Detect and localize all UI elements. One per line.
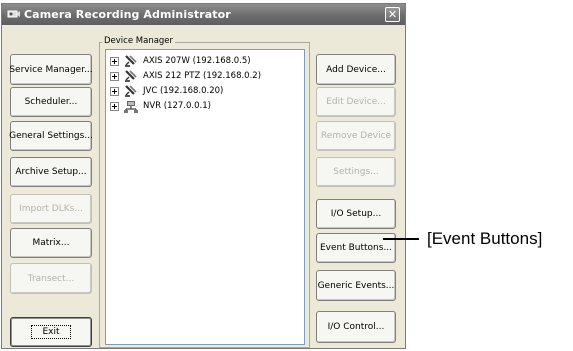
- matrix-button-label: Matrix...: [32, 238, 70, 248]
- scheduler-button-label: Scheduler...: [24, 97, 78, 107]
- camera-icon: [125, 84, 137, 97]
- service-manager-button-label: Service Manager...: [9, 64, 93, 75]
- device-tree[interactable]: AXIS 207W (192.168.0.5) AXIS 212 PTZ (19…: [105, 49, 305, 345]
- import-dlks-button[interactable]: Import DLKs...: [10, 194, 92, 224]
- expand-icon[interactable]: [110, 56, 119, 66]
- general-settings-button[interactable]: General Settings...: [9, 121, 93, 151]
- callout-label: [Event Buttons]: [427, 229, 543, 248]
- general-settings-button-label: General Settings...: [9, 131, 93, 141]
- title-bar[interactable]: Camera Recording Administrator ✕: [2, 4, 405, 25]
- archive-setup-button-label: Archive Setup...: [15, 167, 87, 177]
- archive-setup-button[interactable]: Archive Setup...: [10, 157, 92, 187]
- expand-icon[interactable]: [110, 86, 119, 96]
- add-device-button[interactable]: Add Device...: [316, 54, 396, 85]
- device-tree-item[interactable]: JVC (192.168.0.20): [110, 84, 223, 98]
- add-device-button-label: Add Device...: [326, 64, 386, 75]
- camera-app-icon: [7, 10, 20, 18]
- event-buttons-button-label: Event Buttons...: [319, 243, 393, 253]
- generic-events-button[interactable]: Generic Events...: [316, 270, 396, 301]
- io-setup-button[interactable]: I/O Setup...: [316, 199, 396, 229]
- transect-button-label: Transect...: [27, 273, 75, 284]
- device-manager-label: Device Manager: [102, 36, 176, 46]
- remove-device-button[interactable]: Remove Device: [316, 121, 396, 151]
- generic-events-button-label: Generic Events...: [317, 280, 395, 291]
- exit-button-label: Exit: [31, 325, 71, 339]
- edit-device-button[interactable]: Edit Device...: [316, 87, 396, 117]
- callout-line: [383, 238, 419, 240]
- device-tree-item[interactable]: AXIS 207W (192.168.0.5): [110, 54, 251, 68]
- device-label: NVR (127.0.0.1): [143, 101, 211, 111]
- exit-button[interactable]: Exit: [10, 317, 92, 347]
- device-label: AXIS 207W (192.168.0.5): [143, 56, 251, 66]
- scheduler-button[interactable]: Scheduler...: [10, 87, 92, 117]
- remove-device-button-label: Remove Device: [320, 131, 392, 141]
- service-manager-button[interactable]: Service Manager...: [9, 54, 93, 85]
- expand-icon[interactable]: [110, 71, 119, 81]
- settings-button-label: Settings...: [333, 167, 379, 177]
- expand-icon[interactable]: [110, 101, 119, 111]
- transect-button[interactable]: Transect...: [10, 263, 92, 294]
- camera-icon: [125, 69, 137, 82]
- io-control-button[interactable]: I/O Control...: [316, 311, 396, 343]
- edit-device-button-label: Edit Device...: [326, 97, 386, 107]
- matrix-button[interactable]: Matrix...: [10, 228, 92, 258]
- device-label: AXIS 212 PTZ (192.168.0.2): [143, 71, 262, 81]
- camera-icon: [125, 54, 137, 67]
- camera-recording-administrator-window: Camera Recording Administrator ✕ Service…: [1, 3, 406, 349]
- window-title: Camera Recording Administrator: [24, 8, 231, 21]
- network-icon: [124, 100, 138, 113]
- io-setup-button-label: I/O Setup...: [330, 209, 382, 219]
- device-tree-item[interactable]: NVR (127.0.0.1): [110, 99, 211, 113]
- close-button[interactable]: ✕: [385, 7, 400, 22]
- settings-button[interactable]: Settings...: [316, 157, 396, 187]
- device-tree-item[interactable]: AXIS 212 PTZ (192.168.0.2): [110, 69, 261, 83]
- io-control-button-label: I/O Control...: [327, 322, 385, 332]
- device-label: JVC (192.168.0.20): [143, 86, 224, 96]
- import-dlks-button-label: Import DLKs...: [19, 204, 83, 214]
